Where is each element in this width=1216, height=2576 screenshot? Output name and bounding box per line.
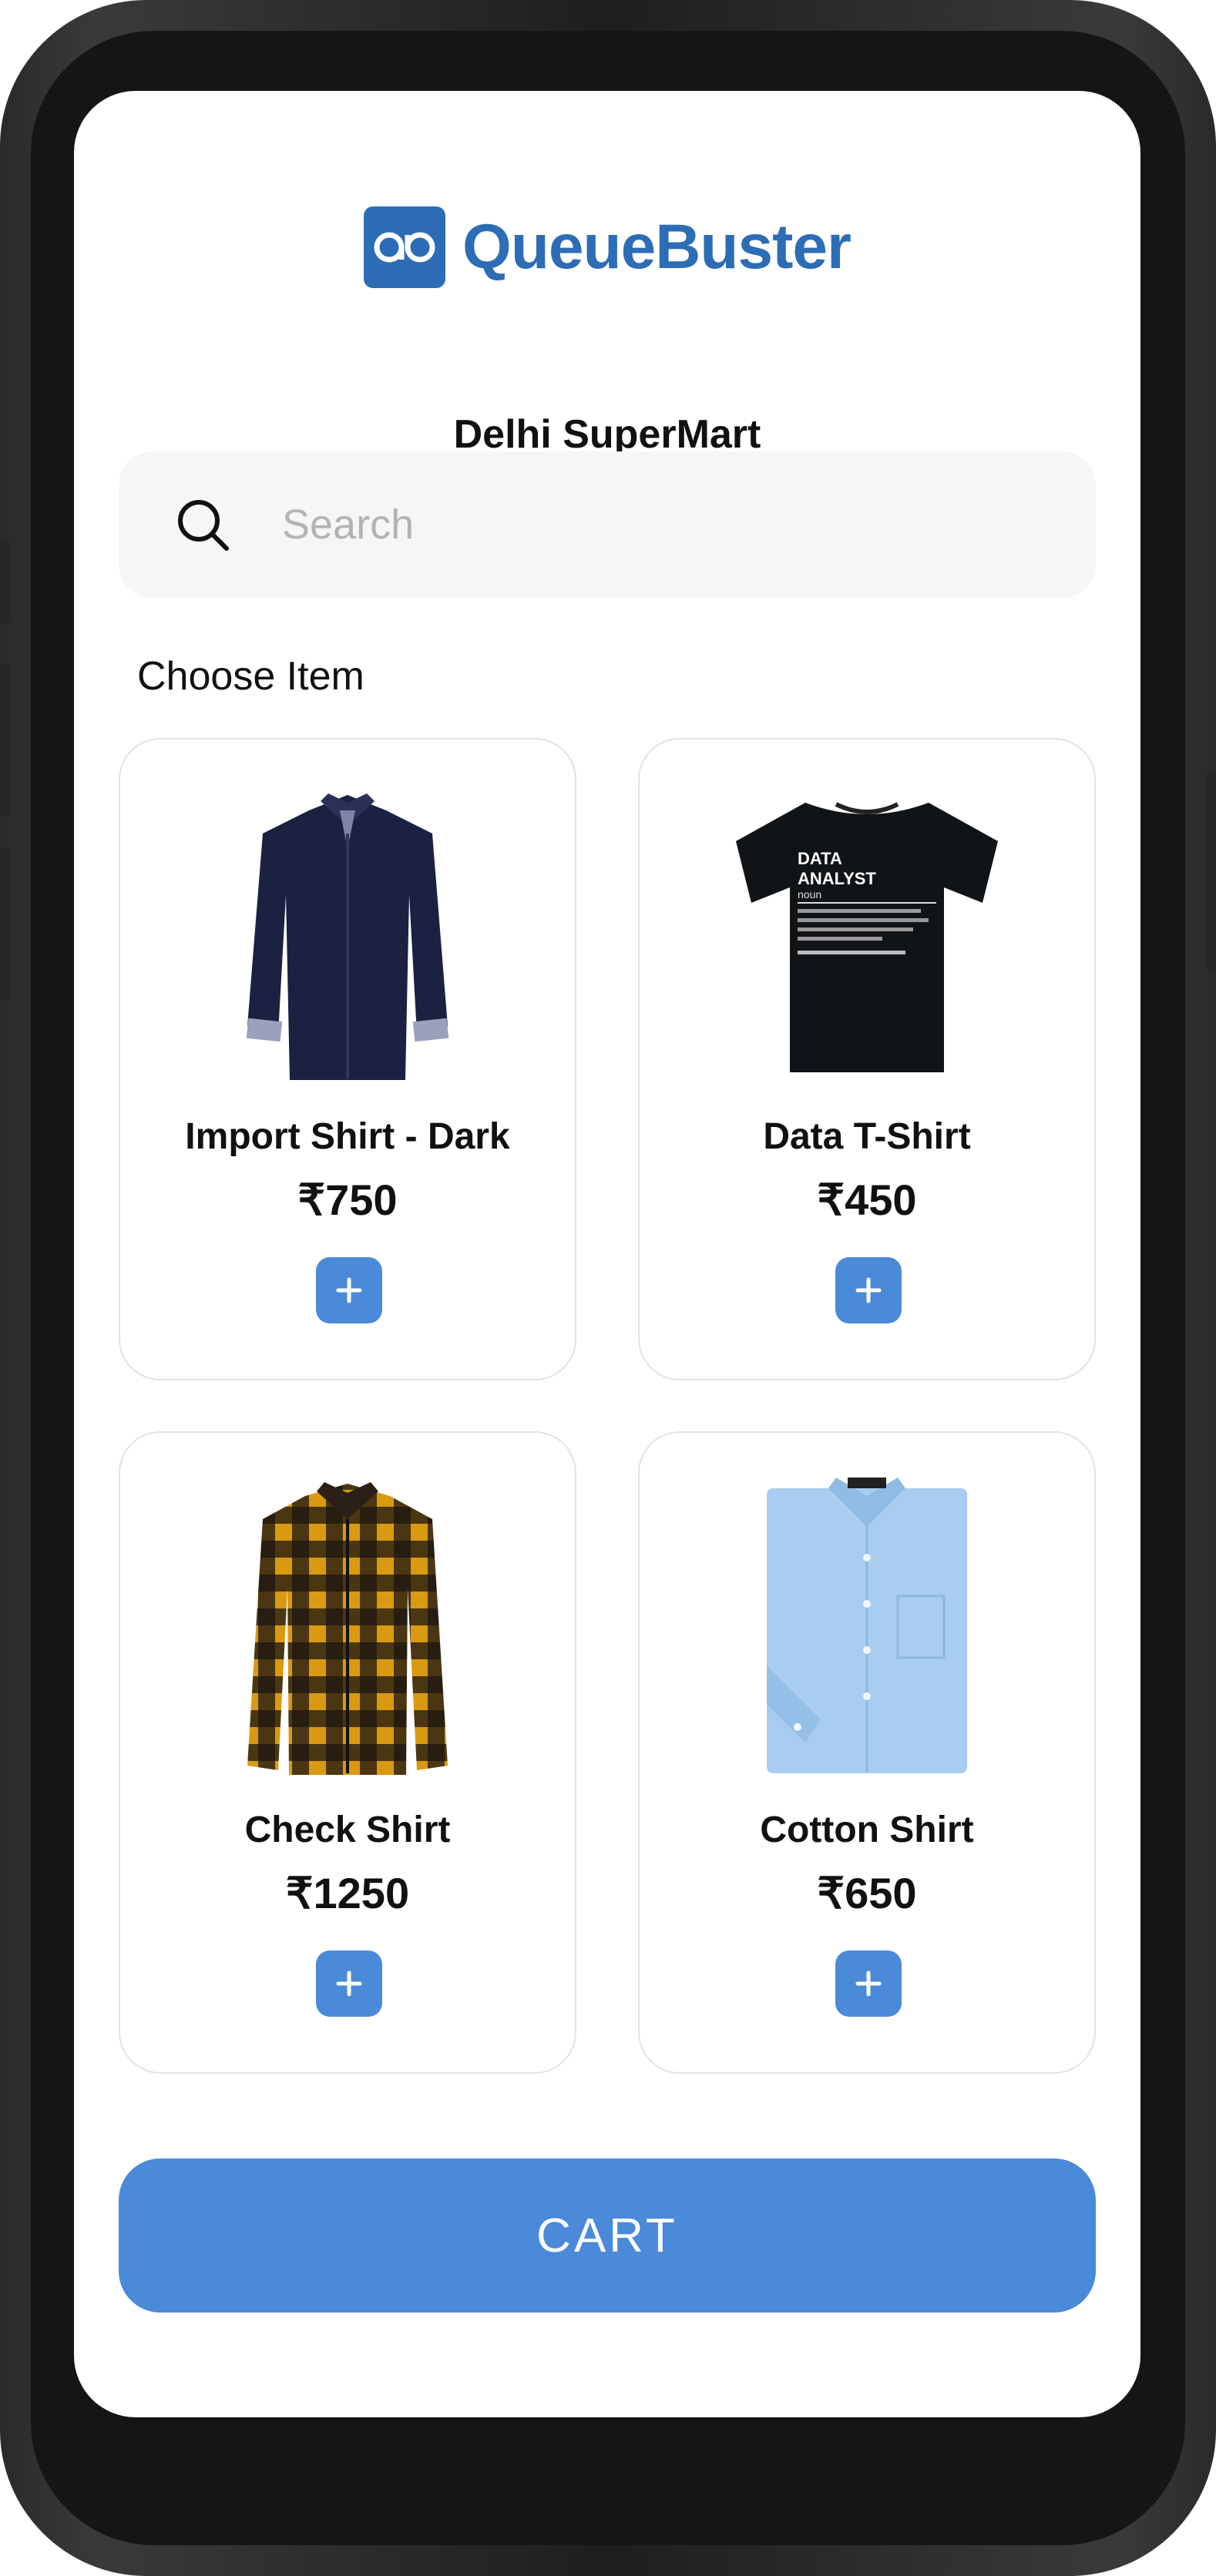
phone-volume-up: [0, 662, 9, 817]
plus-icon: [855, 1277, 882, 1303]
product-image: [120, 780, 575, 1088]
tshirt-print-line1: DATA: [798, 849, 842, 868]
search-icon: [178, 500, 229, 551]
phone-frame: QueueBuster Delhi SuperMart Choose Item: [0, 0, 1216, 2576]
navy-shirt-icon: [246, 793, 449, 1080]
product-name: Check Shirt: [244, 1810, 451, 1850]
phone-volume-down: [0, 847, 9, 1001]
section-title: Choose Item: [137, 654, 364, 699]
phone-side-button: [0, 539, 9, 624]
black-tshirt-icon: DATA ANALYST noun: [736, 802, 998, 1072]
add-to-cart-button[interactable]: [316, 1950, 382, 2017]
product-card[interactable]: Cotton Shirt ₹650: [638, 1431, 1096, 2074]
product-image: [120, 1473, 575, 1781]
product-price: ₹750: [297, 1176, 398, 1224]
check-shirt-icon: [247, 1482, 448, 1775]
product-price: ₹650: [817, 1869, 917, 1917]
product-price: ₹1250: [285, 1869, 410, 1917]
store-name: Delhi SuperMart: [453, 412, 761, 457]
add-to-cart-button[interactable]: [835, 1257, 902, 1323]
plus-icon: [336, 1277, 362, 1303]
logo-text: QueueBuster: [462, 212, 852, 282]
add-to-cart-button[interactable]: [835, 1950, 902, 2017]
plus-icon: [855, 1971, 882, 1997]
search-input[interactable]: [280, 491, 1054, 558]
tshirt-print-line3: noun: [798, 888, 821, 901]
product-price: ₹450: [817, 1176, 917, 1224]
product-name: Import Shirt - Dark: [185, 1116, 510, 1157]
search-bar[interactable]: [119, 451, 1096, 598]
logo-mark-icon: [364, 206, 446, 288]
product-card[interactable]: DATA ANALYST noun Data T-Shirt ₹450: [638, 738, 1096, 1380]
product-card[interactable]: Import Shirt - Dark ₹750: [119, 738, 576, 1380]
add-to-cart-button[interactable]: [316, 1257, 382, 1323]
product-image: DATA ANALYST noun: [640, 780, 1094, 1088]
plus-icon: [336, 1971, 362, 1997]
product-name: Data T-Shirt: [763, 1116, 971, 1157]
product-image: [640, 1473, 1094, 1781]
tshirt-print-line2: ANALYST: [798, 869, 876, 888]
product-name: Cotton Shirt: [760, 1810, 974, 1850]
phone-power-button: [1207, 770, 1216, 971]
app-screen: QueueBuster Delhi SuperMart Choose Item: [74, 91, 1140, 2417]
cart-button[interactable]: CART: [119, 2158, 1096, 2313]
cotton-shirt-icon: [767, 1478, 967, 1773]
product-card[interactable]: Check Shirt ₹1250: [119, 1431, 576, 2074]
app-logo: QueueBuster: [74, 205, 1140, 290]
